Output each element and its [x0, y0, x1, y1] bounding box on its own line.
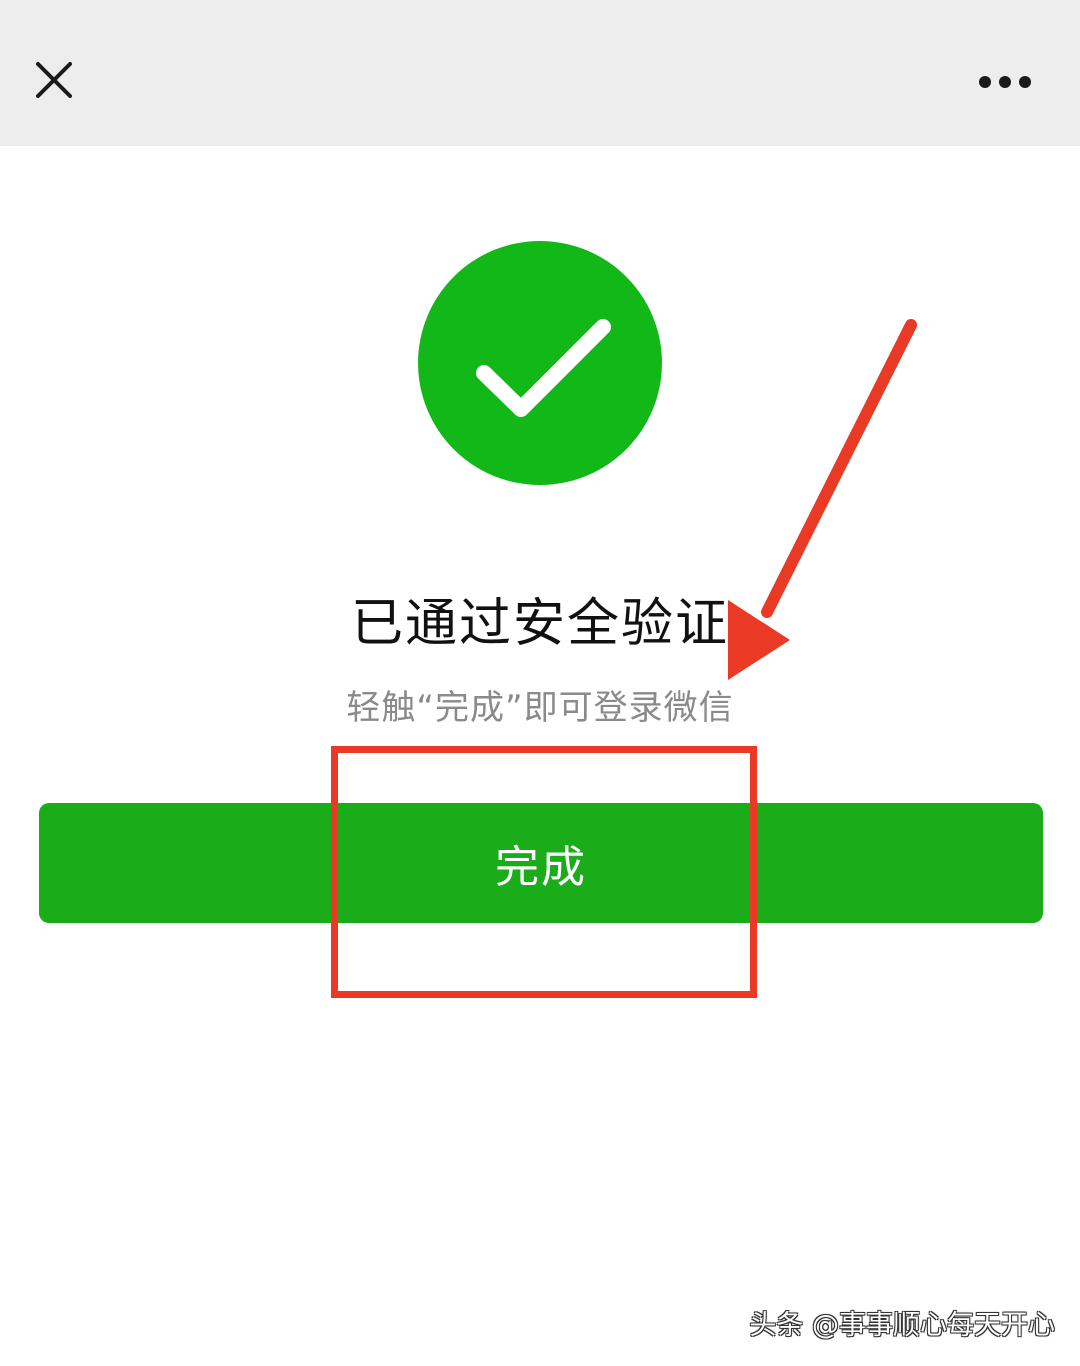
page-subtitle: 轻触“完成”即可登录微信 — [346, 688, 734, 728]
page-title: 已通过安全验证 — [350, 594, 729, 654]
done-button[interactable]: 完成 — [39, 803, 1043, 923]
watermark: 头条 @事事顺心每天开心 — [749, 1310, 1055, 1341]
checkmark-circle-icon — [418, 241, 662, 485]
more-horizontal-icon — [979, 76, 1031, 88]
close-button[interactable] — [24, 50, 84, 110]
success-circle — [418, 241, 662, 485]
top-navigation-bar — [0, 0, 1080, 146]
more-options-button[interactable] — [970, 60, 1040, 104]
close-icon — [36, 62, 72, 98]
